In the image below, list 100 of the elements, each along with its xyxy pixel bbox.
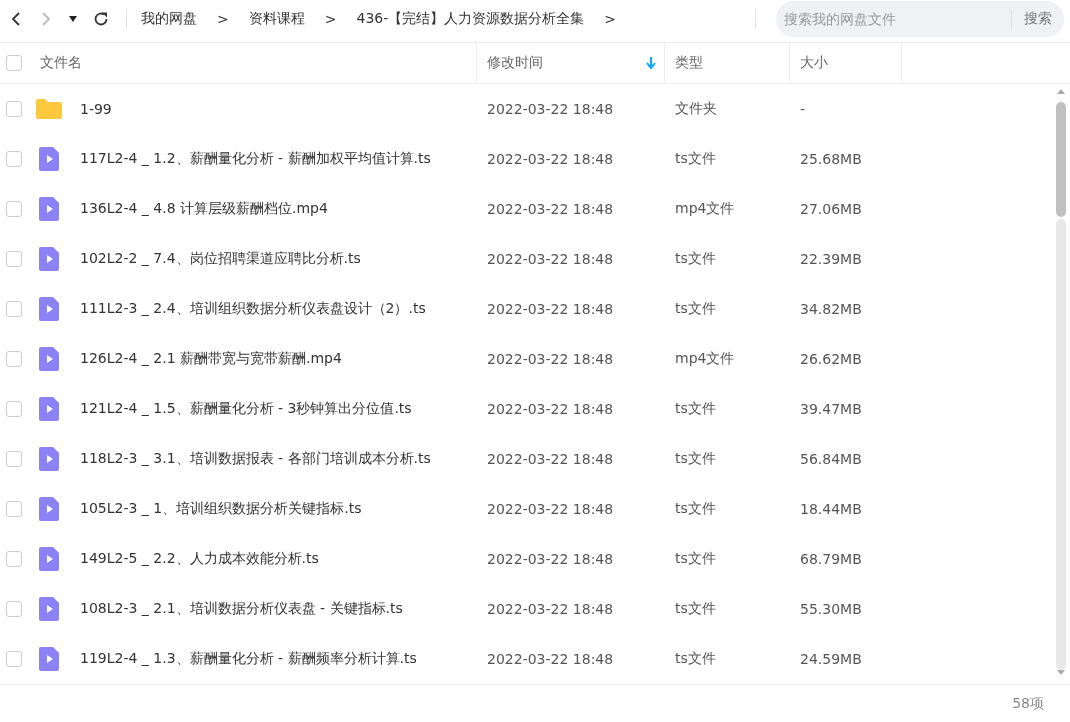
modified-time: 2022-03-22 18:48: [486, 301, 615, 318]
file-name: 1-99: [80, 101, 112, 118]
file-name: 105L2-3 _ 1、培训组织数据分析关键指标.ts: [80, 500, 362, 519]
modified-time: 2022-03-22 18:48: [486, 151, 615, 168]
column-header[interactable]: 大小: [790, 42, 902, 84]
select-all-checkbox[interactable]: [6, 55, 22, 71]
file-type: ts文件: [674, 650, 717, 669]
video-file-icon: [39, 347, 59, 372]
modified-time: 2022-03-22 18:48: [486, 251, 615, 268]
video-file-icon: [39, 297, 59, 322]
modified-time: 2022-03-22 18:48: [486, 501, 615, 518]
file-row[interactable]: 111L2-3 _ 2.4、培训组织数据分析仪表盘设计（2）.ts 2022-03-22 18:48 ts文件 34.82MB: [0, 284, 1054, 335]
file-type: ts文件: [674, 300, 717, 319]
column-header[interactable]: 修改时间: [477, 42, 665, 84]
file-type: ts文件: [674, 150, 717, 169]
caret-down-icon: [68, 14, 78, 23]
modified-time: 2022-03-22 18:48: [486, 401, 615, 418]
video-file-icon: [39, 197, 59, 222]
row-checkbox[interactable]: [6, 501, 22, 518]
file-type: ts文件: [674, 550, 717, 569]
search-button[interactable]: 搜索: [1011, 9, 1052, 28]
file-type: ts文件: [674, 400, 717, 419]
row-checkbox[interactable]: [6, 551, 22, 568]
modified-time: 2022-03-22 18:48: [486, 551, 615, 568]
row-checkbox[interactable]: [6, 651, 22, 668]
file-name: 111L2-3 _ 2.4、培训组织数据分析仪表盘设计（2）.ts: [80, 300, 426, 319]
file-row[interactable]: 126L2-4 _ 2.1 薪酬带宽与宽带薪酬.mp4 2022-03-22 18:48 mp4文件 26.62MB: [0, 334, 1054, 385]
video-file-icon: [39, 447, 59, 472]
file-type: mp4文件: [674, 200, 736, 219]
file-row[interactable]: 105L2-3 _ 1、培训组织数据分析关键指标.ts 2022-03-22 18:48 ts文件 18.44MB: [0, 484, 1054, 535]
file-name: 117L2-4 _ 1.2、薪酬量化分析 - 薪酬加权平均值计算.ts: [80, 150, 431, 169]
video-file-icon: [39, 147, 59, 172]
breadcrumb-link[interactable]: 436-【完结】人力资源数据分析全集: [356, 9, 585, 28]
file-row[interactable]: 117L2-4 _ 1.2、薪酬量化分析 - 薪酬加权平均值计算.ts 2022-03-22 18:48 ts文件 25.68MB: [0, 134, 1054, 185]
file-row[interactable]: 119L2-4 _ 1.3、薪酬量化分析 - 薪酬频率分析计算.ts 2022-03-22 18:48 ts文件 24.59MB: [0, 634, 1054, 685]
file-type: ts文件: [674, 450, 717, 469]
file-size: 56.84MB: [799, 451, 863, 468]
file-row[interactable]: 121L2-4 _ 1.5、薪酬量化分析 - 3秒钟算出分位值.ts 2022-03-22 18:48 ts文件 39.47MB: [0, 384, 1054, 435]
breadcrumb-separator: >: [324, 10, 337, 27]
file-type: ts文件: [674, 500, 717, 519]
file-size: 18.44MB: [799, 501, 863, 518]
video-file-icon: [39, 597, 59, 622]
video-file-icon: [39, 647, 59, 672]
breadcrumb-separator: >: [217, 10, 229, 27]
column-header[interactable]: 文件名: [0, 42, 477, 84]
file-type: mp4文件: [674, 350, 736, 369]
row-checkbox[interactable]: [6, 351, 22, 368]
file-size: 26.62MB: [799, 351, 863, 368]
breadcrumb-link[interactable]: 资料课程: [248, 9, 305, 28]
file-row[interactable]: 108L2-3 _ 2.1、培训数据分析仪表盘 - 关键指标.ts 2022-03-22 18:48 ts文件 55.30MB: [0, 584, 1054, 635]
row-checkbox[interactable]: [6, 301, 22, 318]
file-row[interactable]: 102L2-2 _ 7.4、岗位招聘渠道应聘比分析.ts 2022-03-22 18:48 ts文件 22.39MB: [0, 234, 1054, 285]
file-name: 126L2-4 _ 2.1 薪酬带宽与宽带薪酬.mp4: [80, 350, 342, 369]
modified-time: 2022-03-22 18:48: [486, 101, 615, 118]
video-file-icon: [39, 547, 59, 572]
file-size: 24.59MB: [799, 651, 863, 668]
file-size: 55.30MB: [799, 601, 863, 618]
video-file-icon: [39, 497, 59, 522]
file-size: 27.06MB: [799, 201, 863, 218]
file-row[interactable]: 1-99 2022-03-22 18:48 文件夹 -: [0, 84, 1054, 135]
column-header[interactable]: 类型: [665, 42, 790, 84]
scrollbar[interactable]: [1054, 88, 1068, 677]
scrollbar-thumb[interactable]: [1056, 102, 1066, 218]
row-checkbox[interactable]: [6, 251, 22, 268]
file-type: ts文件: [674, 250, 717, 269]
item-count: 58项: [1012, 694, 1044, 713]
file-name: 119L2-4 _ 1.3、薪酬量化分析 - 薪酬频率分析计算.ts: [80, 650, 417, 669]
file-size: 68.79MB: [799, 551, 863, 568]
file-row[interactable]: 136L2-4 _ 4.8 计算层级薪酬档位.mp4 2022-03-22 18:48 mp4文件 27.06MB: [0, 184, 1054, 235]
file-name: 121L2-4 _ 1.5、薪酬量化分析 - 3秒钟算出分位值.ts: [80, 400, 412, 419]
modified-time: 2022-03-22 18:48: [486, 601, 615, 618]
scroll-up-icon[interactable]: [1056, 88, 1066, 95]
file-type: ts文件: [674, 600, 717, 619]
row-checkbox[interactable]: [6, 601, 22, 618]
row-checkbox[interactable]: [6, 201, 22, 218]
file-size: 39.47MB: [799, 401, 863, 418]
file-size: 22.39MB: [799, 251, 863, 268]
video-file-icon: [39, 397, 59, 422]
breadcrumb-link[interactable]: 我的网盘: [141, 9, 197, 28]
modified-time: 2022-03-22 18:48: [486, 651, 615, 668]
file-size: -: [799, 101, 807, 118]
file-size: 34.82MB: [799, 301, 863, 318]
file-type: 文件夹: [674, 100, 718, 119]
file-name: 136L2-4 _ 4.8 计算层级薪酬档位.mp4: [80, 200, 328, 219]
row-checkbox[interactable]: [6, 401, 22, 418]
modified-time: 2022-03-22 18:48: [486, 451, 615, 468]
search-field[interactable]: 搜索我的网盘文件 搜索: [776, 0, 1064, 37]
modified-time: 2022-03-22 18:48: [486, 201, 615, 218]
file-name: 102L2-2 _ 7.4、岗位招聘渠道应聘比分析.ts: [80, 250, 361, 269]
row-checkbox[interactable]: [6, 101, 22, 118]
breadcrumb-separator: >: [604, 10, 616, 27]
file-name: 118L2-3 _ 3.1、培训数据报表 - 各部门培训成本分析.ts: [80, 450, 431, 469]
video-file-icon: [39, 247, 59, 272]
file-row[interactable]: 118L2-3 _ 3.1、培训数据报表 - 各部门培训成本分析.ts 2022-03-22 18:48 ts文件 56.84MB: [0, 434, 1054, 485]
row-checkbox[interactable]: [6, 151, 22, 168]
file-size: 25.68MB: [799, 151, 863, 168]
file-name: 108L2-3 _ 2.1、培训数据分析仪表盘 - 关键指标.ts: [80, 600, 403, 619]
file-name: 149L2-5 _ 2.2、人力成本效能分析.ts: [80, 550, 319, 569]
file-row[interactable]: 149L2-5 _ 2.2、人力成本效能分析.ts 2022-03-22 18:48 ts文件 68.79MB: [0, 534, 1054, 585]
row-checkbox[interactable]: [6, 451, 22, 468]
